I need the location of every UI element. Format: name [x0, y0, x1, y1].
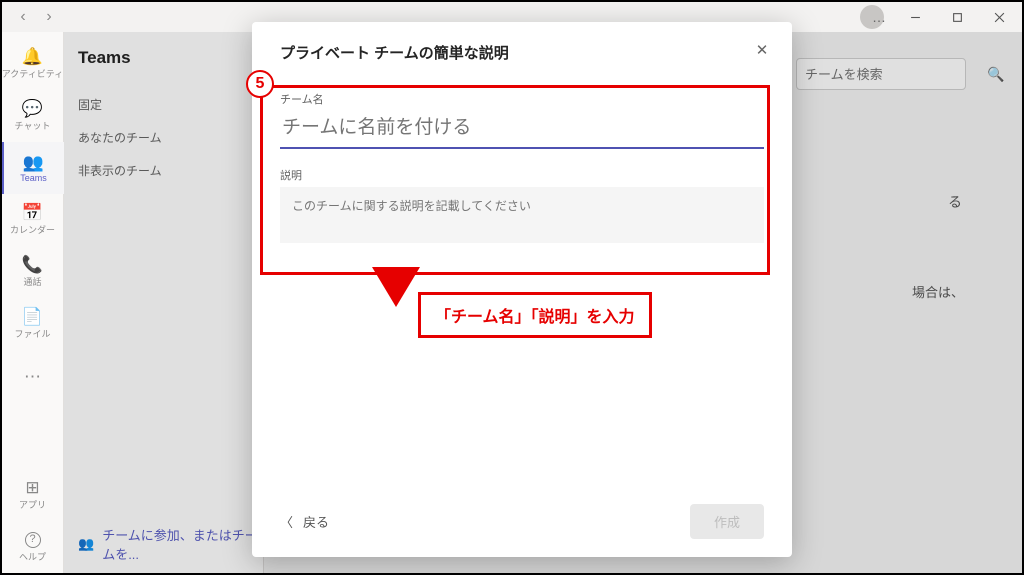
create-button[interactable]: 作成: [690, 504, 764, 539]
rail-item-label: アクティビティ: [2, 67, 63, 80]
team-name-input[interactable]: [280, 111, 764, 149]
chat-icon: 💬: [22, 100, 43, 117]
chevron-left-icon: 〈: [280, 512, 293, 531]
calendar-icon: 📅: [22, 204, 43, 221]
team-desc-label: 説明: [280, 167, 764, 183]
more-icon[interactable]: …: [872, 9, 888, 25]
nav-back-button[interactable]: ‹: [12, 6, 34, 28]
rail-item-label: ヘルプ: [19, 550, 46, 563]
team-name-label: チーム名: [280, 91, 764, 107]
rail-calls[interactable]: 📞 通話: [2, 246, 64, 298]
rail-apps[interactable]: ⊞ アプリ: [2, 469, 64, 521]
modal-title: プライベート チームの簡単な説明: [280, 42, 764, 63]
nav-forward-button[interactable]: ›: [38, 6, 60, 28]
rail-chat[interactable]: 💬 チャット: [2, 90, 64, 142]
app-rail: 🔔 アクティビティ 💬 チャット 👥 Teams 📅 カレンダー 📞 通話 📄 …: [2, 32, 64, 573]
rail-item-label: アプリ: [19, 498, 46, 511]
rail-item-label: 通話: [23, 275, 41, 288]
rail-calendar[interactable]: 📅 カレンダー: [2, 194, 64, 246]
rail-teams[interactable]: 👥 Teams: [2, 142, 64, 194]
annotation-callout: 「チーム名」「説明」を入力: [418, 292, 652, 338]
rail-item-label: Teams: [20, 173, 47, 183]
back-button[interactable]: 〈 戻る: [280, 512, 329, 531]
rail-help[interactable]: ? ヘルプ: [2, 521, 64, 573]
ellipsis-icon: ⋯: [24, 368, 41, 385]
rail-item-label: カレンダー: [10, 223, 55, 236]
rail-files[interactable]: 📄 ファイル: [2, 298, 64, 350]
bell-icon: 🔔: [22, 48, 43, 65]
phone-icon: 📞: [22, 256, 43, 273]
rail-more[interactable]: ⋯: [2, 350, 64, 402]
help-icon: ?: [25, 532, 41, 548]
create-team-modal: プライベート チームの簡単な説明 ✕ チーム名 説明 〈 戻る 作成: [252, 22, 792, 557]
modal-close-button[interactable]: ✕: [750, 38, 774, 62]
back-button-label: 戻る: [303, 512, 329, 531]
annotation-step-badge: 5: [246, 70, 274, 98]
people-icon: 👥: [23, 154, 44, 171]
window-minimize-button[interactable]: [898, 2, 932, 32]
rail-item-label: ファイル: [14, 327, 50, 340]
rail-activity[interactable]: 🔔 アクティビティ: [2, 38, 64, 90]
close-icon: ✕: [756, 41, 769, 59]
window-maximize-button[interactable]: [940, 2, 974, 32]
apps-icon: ⊞: [25, 479, 39, 496]
file-icon: 📄: [22, 308, 43, 325]
rail-item-label: チャット: [15, 119, 51, 132]
window-close-button[interactable]: [982, 2, 1016, 32]
team-desc-input[interactable]: [292, 197, 752, 225]
